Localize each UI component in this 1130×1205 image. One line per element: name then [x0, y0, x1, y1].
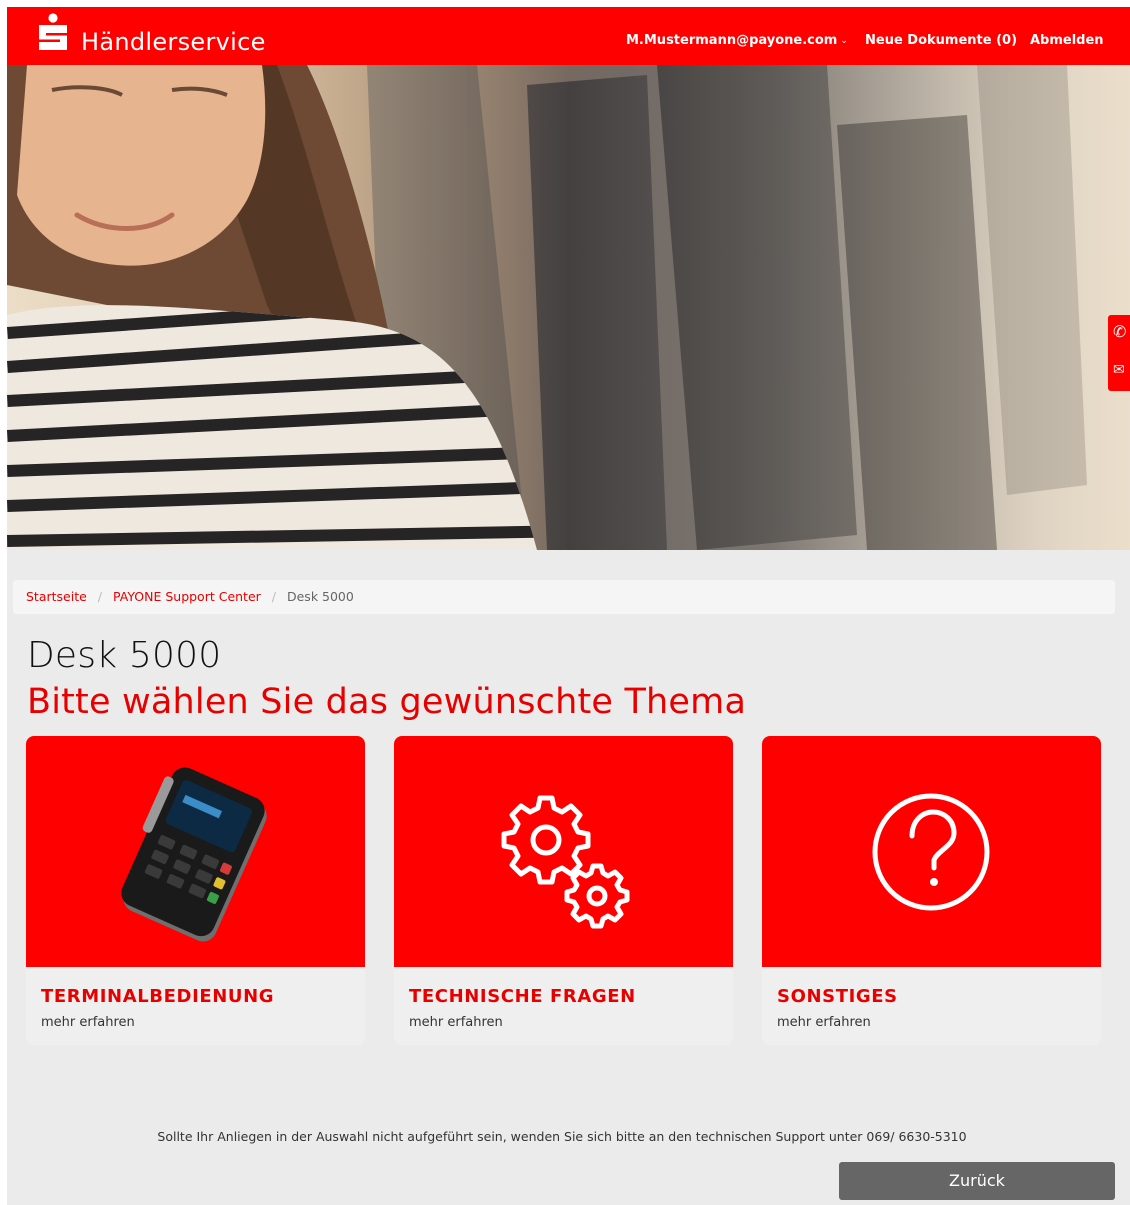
card-more-link[interactable]: mehr erfahren [777, 1015, 871, 1031]
topic-card-sonstiges[interactable]: SONSTIGES mehr erfahren [762, 736, 1101, 1045]
user-menu[interactable]: M.Mustermann@payone.com ⌄ [626, 33, 848, 50]
card-media[interactable] [762, 736, 1101, 967]
phone-icon[interactable]: ✆ [1113, 323, 1126, 341]
user-email[interactable]: M.Mustermann@payone.com [626, 33, 837, 48]
brand-name[interactable]: Händlerservice [81, 27, 266, 57]
card-title[interactable]: TERMINALBEDIENUNG [41, 986, 274, 1008]
card-title[interactable]: TECHNISCHE FRAGEN [409, 986, 636, 1008]
card-media[interactable] [394, 736, 733, 967]
support-note: Sollte Ihr Anliegen in der Auswahl nicht… [157, 1129, 967, 1144]
breadcrumb-current: Desk 5000 [286, 589, 354, 604]
card-media[interactable] [26, 736, 365, 967]
mail-icon[interactable]: ✉ [1113, 361, 1125, 379]
gears-icon [501, 795, 630, 929]
header-bar: Händlerservice M.Mustermann@payone.com ⌄ … [7, 7, 1130, 65]
page-subtitle: Bitte wählen Sie das gewünschte Thema [27, 682, 747, 722]
card-more-link[interactable]: mehr erfahren [409, 1015, 503, 1031]
breadcrumb: Startseite / PAYONE Support Center / Des… [13, 580, 1115, 614]
back-button[interactable]: Zurück [839, 1162, 1115, 1200]
card-more-link[interactable]: mehr erfahren [41, 1015, 135, 1031]
breadcrumb-support-center[interactable]: PAYONE Support Center [113, 589, 261, 604]
logout-link[interactable]: Abmelden [1030, 33, 1104, 49]
chevron-down-icon[interactable]: ⌄ [840, 36, 848, 46]
page-title: Desk 5000 [27, 635, 222, 676]
breadcrumb-separator: / [271, 589, 276, 604]
topic-card-technische-fragen[interactable]: TECHNISCHE FRAGEN mehr erfahren [394, 736, 733, 1045]
page: Händlerservice M.Mustermann@payone.com ⌄ … [7, 7, 1130, 1205]
contact-sidebar[interactable]: ✆ ✉ [1108, 315, 1130, 391]
breadcrumb-home[interactable]: Startseite [26, 589, 87, 604]
card-title[interactable]: SONSTIGES [777, 986, 898, 1008]
payment-terminal-image [121, 767, 267, 942]
topic-card-terminalbedienung[interactable]: TERMINALBEDIENUNG mehr erfahren [26, 736, 365, 1045]
new-documents-link[interactable]: Neue Dokumente (0) [865, 33, 1017, 49]
sparkasse-logo-icon[interactable] [37, 13, 69, 55]
breadcrumb-separator: / [97, 589, 103, 604]
question-circle-icon [872, 793, 990, 911]
hero-image [7, 65, 1130, 550]
